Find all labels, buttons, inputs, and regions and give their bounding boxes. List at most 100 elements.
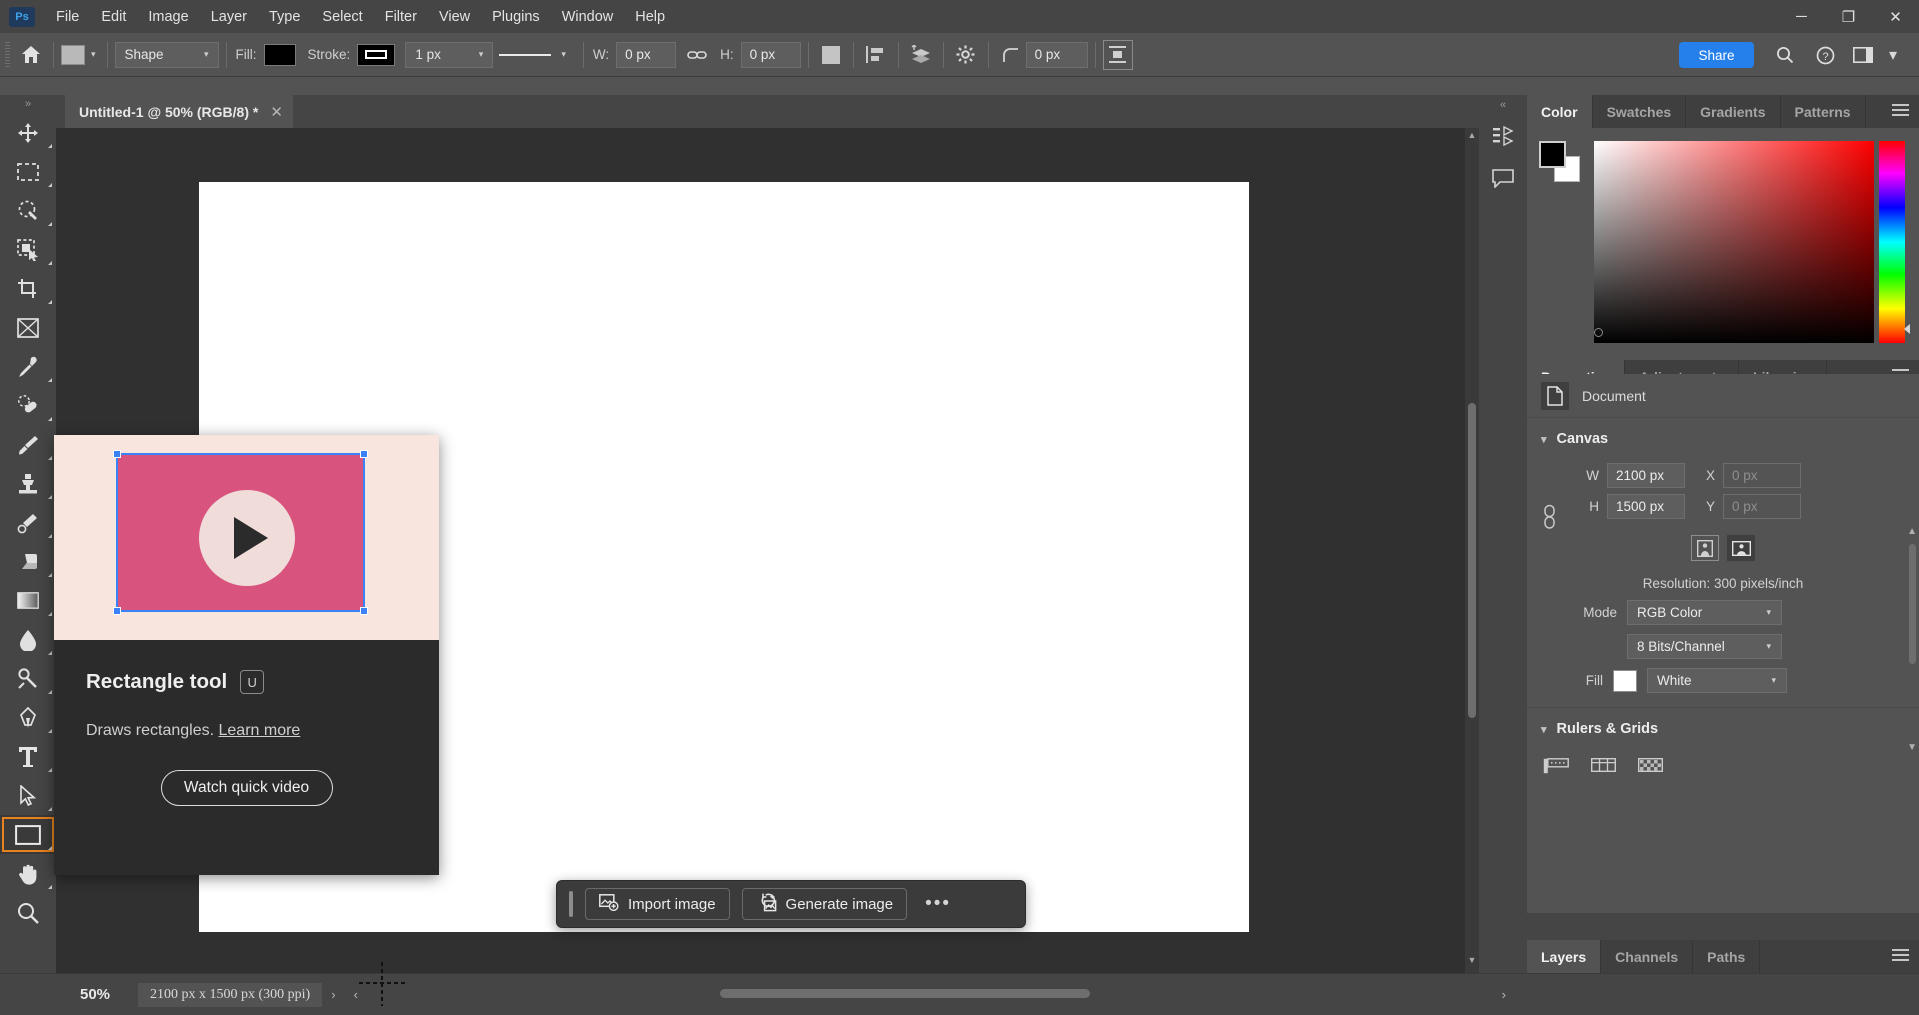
tool-mode-select[interactable]: Shape ▾: [114, 41, 219, 68]
search-icon[interactable]: [1771, 42, 1799, 68]
help-icon[interactable]: ?: [1811, 42, 1839, 68]
dodge-tool[interactable]: [0, 659, 56, 698]
share-button[interactable]: Share: [1679, 42, 1754, 68]
history-icon[interactable]: [1479, 115, 1527, 157]
menu-view[interactable]: View: [428, 5, 481, 29]
spot-healing-brush-tool[interactable]: [0, 386, 56, 425]
collapse-panels-icon[interactable]: «: [1479, 95, 1527, 115]
close-icon[interactable]: ✕: [270, 103, 283, 121]
scrollbar-thumb[interactable]: [1468, 403, 1476, 718]
rectangular-marquee-tool[interactable]: [0, 152, 56, 191]
link-dimensions-icon[interactable]: [1543, 504, 1556, 534]
object-selection-tool[interactable]: [0, 230, 56, 269]
import-image-button[interactable]: Import image: [585, 888, 730, 920]
properties-scrollbar-thumb[interactable]: [1909, 544, 1916, 664]
tab-layers[interactable]: Layers: [1527, 940, 1602, 973]
hand-tool[interactable]: [0, 854, 56, 893]
menu-file[interactable]: File: [45, 5, 90, 29]
hue-slider[interactable]: [1879, 141, 1905, 343]
document-info[interactable]: 2100 px x 1500 px (300 ppi): [138, 982, 323, 1007]
tab-swatches[interactable]: Swatches: [1593, 95, 1687, 128]
link-icon[interactable]: [682, 40, 712, 70]
status-right-icon[interactable]: ›: [1493, 987, 1515, 1002]
rulers-icon[interactable]: [1543, 758, 1569, 779]
rectangle-tool[interactable]: [0, 815, 56, 854]
canvas-fill-select[interactable]: White ▾: [1647, 668, 1787, 693]
menu-filter[interactable]: Filter: [374, 5, 428, 29]
panel-menu-icon[interactable]: [1892, 949, 1909, 963]
canvas-x-input[interactable]: 0 px: [1723, 463, 1801, 488]
tab-channels[interactable]: Channels: [1601, 940, 1694, 973]
pen-tool[interactable]: [0, 698, 56, 737]
eraser-tool[interactable]: [0, 542, 56, 581]
gradient-tool[interactable]: [0, 581, 56, 620]
watch-quick-video-button[interactable]: Watch quick video: [160, 770, 333, 806]
tab-paths[interactable]: Paths: [1693, 940, 1761, 973]
zoom-level-field[interactable]: 50%: [68, 983, 138, 1007]
path-operations-icon[interactable]: [816, 40, 846, 70]
canvas-fill-swatch[interactable]: [1613, 669, 1637, 692]
corner-radius-input[interactable]: 0 px: [1025, 41, 1088, 68]
landscape-orientation-icon[interactable]: [1727, 535, 1755, 561]
foreground-color-swatch[interactable]: [1539, 141, 1566, 168]
document-tab[interactable]: Untitled-1 @ 50% (RGB/8) * ✕: [65, 95, 293, 128]
menu-type[interactable]: Type: [258, 5, 311, 29]
blur-tool[interactable]: [0, 620, 56, 659]
more-options-button[interactable]: •••: [919, 893, 957, 915]
canvas-section-header[interactable]: ▾ Canvas: [1527, 418, 1919, 457]
guides-icon[interactable]: [1590, 757, 1617, 779]
canvas-vertical-scrollbar[interactable]: ▲ ▼: [1465, 128, 1479, 973]
comments-icon[interactable]: [1479, 157, 1527, 199]
grid-icon[interactable]: [1637, 757, 1664, 779]
scroll-up-icon[interactable]: ▲: [1465, 130, 1479, 146]
height-input[interactable]: 0 px: [740, 41, 801, 68]
tab-gradients[interactable]: Gradients: [1686, 95, 1781, 128]
horizontal-scrollbar[interactable]: [700, 989, 1499, 999]
menu-layer[interactable]: Layer: [200, 5, 258, 29]
canvas-y-input[interactable]: 0 px: [1723, 494, 1801, 519]
shape-preview-picker[interactable]: ▾: [61, 44, 100, 65]
home-icon[interactable]: [16, 40, 46, 70]
menu-image[interactable]: Image: [137, 5, 199, 29]
type-tool[interactable]: [0, 737, 56, 776]
scrollbar-thumb[interactable]: [720, 989, 1090, 998]
learn-more-link[interactable]: Learn more: [219, 722, 301, 739]
frame-tool[interactable]: [0, 308, 56, 347]
chevron-down-icon[interactable]: ▾: [1879, 42, 1907, 68]
stroke-width-field[interactable]: 1 px ▾: [405, 41, 494, 68]
fill-swatch[interactable]: [263, 43, 296, 66]
lasso-tool[interactable]: [0, 191, 56, 230]
generate-image-button[interactable]: Generate image: [741, 888, 908, 920]
panel-menu-icon[interactable]: [1892, 104, 1909, 118]
menu-window[interactable]: Window: [551, 5, 625, 29]
stroke-swatch[interactable]: [357, 43, 396, 66]
path-selection-tool[interactable]: [0, 776, 56, 815]
canvas-width-input[interactable]: 2100 px: [1607, 463, 1685, 488]
color-ramp[interactable]: [1594, 141, 1874, 343]
menu-select[interactable]: Select: [311, 5, 373, 29]
options-bar-grip[interactable]: [4, 40, 12, 69]
color-mode-select[interactable]: RGB Color ▾: [1627, 600, 1782, 625]
properties-scroll-down-icon[interactable]: ▼: [1907, 742, 1917, 753]
clone-stamp-tool[interactable]: [0, 464, 56, 503]
close-button[interactable]: ✕: [1872, 0, 1919, 33]
status-prev-icon[interactable]: ‹: [345, 987, 367, 1002]
move-tool[interactable]: [0, 113, 56, 152]
workspace-icon[interactable]: [1849, 42, 1877, 68]
zoom-tool[interactable]: [0, 893, 56, 932]
minimize-button[interactable]: ─: [1778, 0, 1825, 33]
menu-plugins[interactable]: Plugins: [481, 5, 551, 29]
menu-edit[interactable]: Edit: [90, 5, 137, 29]
path-arrangement-icon[interactable]: [906, 40, 936, 70]
properties-scroll-up-icon[interactable]: ▲: [1907, 526, 1917, 537]
drag-handle-icon[interactable]: [569, 891, 573, 917]
maximize-button[interactable]: ❐: [1825, 0, 1872, 33]
menu-help[interactable]: Help: [624, 5, 676, 29]
eyedropper-tool[interactable]: [0, 347, 56, 386]
canvas-height-input[interactable]: 1500 px: [1607, 494, 1685, 519]
history-brush-tool[interactable]: [0, 503, 56, 542]
brush-tool[interactable]: [0, 425, 56, 464]
gear-icon[interactable]: [951, 40, 981, 70]
crop-tool[interactable]: [0, 269, 56, 308]
foreground-background-swatches[interactable]: [1539, 141, 1581, 183]
